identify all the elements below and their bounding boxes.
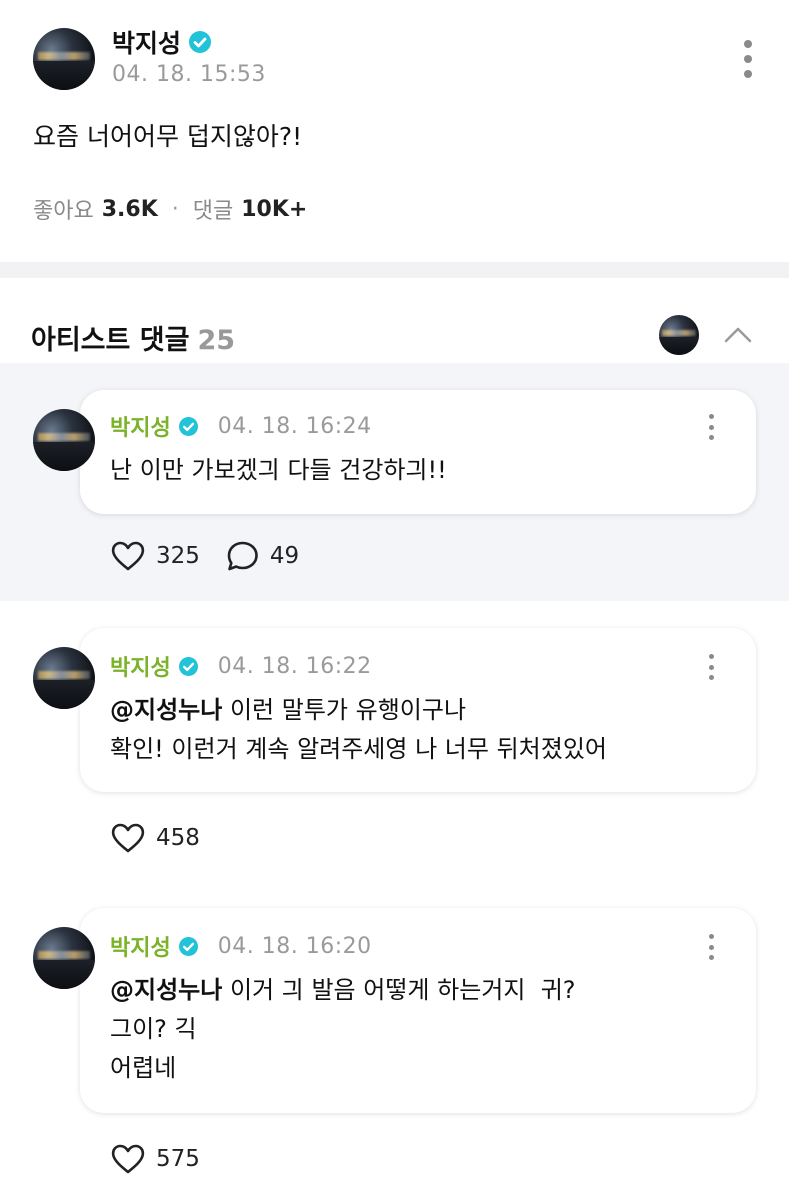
artist-comments-header[interactable]: 아티스트 댓글 25	[31, 318, 235, 357]
comment-line: 그이? 긱	[110, 1015, 197, 1043]
post-author-avatar[interactable]	[33, 28, 95, 90]
comment-header: 박지성 04. 18. 16:22	[110, 650, 372, 682]
comment-date: 04. 18. 16:22	[217, 653, 372, 679]
verified-badge-icon	[178, 416, 198, 436]
like-count: 325	[156, 543, 200, 569]
comment-block: 박지성 04. 18. 16:22 @지성누나 이런 말투가 유행이구나 확인!…	[0, 601, 789, 881]
artist-comments-title: 아티스트 댓글	[31, 325, 190, 356]
comments-label: 댓글	[192, 199, 234, 224]
comment-text: @지성누나 이거 긔 발음 어떻게 하는거지 귀? 그이? 긱 어렵네	[110, 971, 576, 1088]
verified-badge-icon	[178, 936, 198, 956]
post-stats: 좋아요 3.6K · 댓글 10K+	[33, 193, 307, 225]
comment-author-avatar[interactable]	[33, 647, 95, 709]
comment-text: @지성누나 이런 말투가 유행이구나 확인! 이런거 계속 알려주세영 나 너무…	[110, 691, 607, 769]
comment-line: 이거 긔 발음 어떻게 하는거지 귀?	[229, 976, 576, 1004]
comment-text: 난 이만 가보겠긔 다들 건강하긔!!	[110, 451, 447, 490]
post-body: 요즘 너어어무 덥지않아?!	[33, 122, 303, 151]
artist-avatar[interactable]	[659, 315, 699, 355]
like-count: 458	[156, 825, 200, 851]
comment-block: 박지성 04. 18. 16:20 @지성누나 이거 긔 발음 어떻게 하는거지…	[0, 881, 789, 1200]
like-button[interactable]: 458	[110, 822, 200, 854]
comment-bubble-icon	[227, 541, 258, 571]
comment-date: 04. 18. 16:20	[217, 933, 372, 959]
comment-actions: 575	[110, 1143, 226, 1175]
comment-kebab-menu-icon[interactable]	[706, 414, 716, 440]
comment-kebab-menu-icon[interactable]	[706, 654, 716, 680]
comments-count[interactable]: 10K+	[241, 197, 307, 222]
post-kebab-menu-icon[interactable]	[740, 40, 756, 78]
comment-line: 어렵네	[110, 1054, 177, 1082]
comment-line-1: @지성누나 이런 말투가 유행이구나	[110, 691, 607, 730]
comment-author-name[interactable]: 박지성	[110, 650, 171, 682]
chevron-up-icon[interactable]	[724, 324, 752, 344]
comment-date: 04. 18. 16:24	[217, 413, 372, 439]
verified-badge-icon	[189, 31, 212, 53]
section-divider	[0, 262, 789, 278]
like-button[interactable]: 325	[110, 540, 200, 572]
artist-comments-count: 25	[197, 325, 236, 356]
comment-actions: 458	[110, 822, 226, 854]
heart-icon	[111, 541, 145, 571]
comment-author-avatar[interactable]	[33, 927, 95, 989]
reply-button[interactable]: 49	[226, 540, 299, 572]
comment-kebab-menu-icon[interactable]	[706, 934, 716, 960]
comment-block-highlighted: 박지성 04. 18. 16:24 난 이만 가보겠긔 다들 건강하긔!! 32…	[0, 363, 789, 601]
like-button[interactable]: 575	[110, 1143, 200, 1175]
heart-icon	[111, 823, 145, 853]
comment-line: 난 이만 가보겠긔 다들 건강하긔!!	[110, 456, 447, 484]
likes-label: 좋아요	[33, 199, 94, 224]
post-date: 04. 18. 15:53	[112, 62, 266, 87]
comment-line-1: @지성누나 이거 긔 발음 어떻게 하는거지 귀?	[110, 971, 576, 1010]
comment-header: 박지성 04. 18. 16:20	[110, 930, 372, 962]
comment-header: 박지성 04. 18. 16:24	[110, 410, 372, 442]
likes-count[interactable]: 3.6K	[102, 197, 158, 222]
stats-separator: ·	[171, 196, 179, 222]
mention-link[interactable]: @지성누나	[110, 976, 222, 1004]
comment-actions: 325 49	[110, 540, 325, 572]
verified-badge-icon	[178, 656, 198, 676]
comment-author-avatar[interactable]	[33, 409, 95, 471]
comment-line: 이런 말투가 유행이구나	[229, 696, 467, 724]
comment-author-name[interactable]: 박지성	[110, 410, 171, 442]
comment-line: 확인! 이런거 계속 알려주세영 나 너무 뒤처졌있어	[110, 735, 607, 763]
post-author-row: 박지성	[112, 24, 212, 60]
reply-count: 49	[269, 543, 300, 569]
heart-icon	[111, 1144, 145, 1174]
post-author-name[interactable]: 박지성	[112, 24, 181, 60]
comment-author-name[interactable]: 박지성	[110, 930, 171, 962]
like-count: 575	[156, 1146, 200, 1172]
mention-link[interactable]: @지성누나	[110, 696, 222, 724]
